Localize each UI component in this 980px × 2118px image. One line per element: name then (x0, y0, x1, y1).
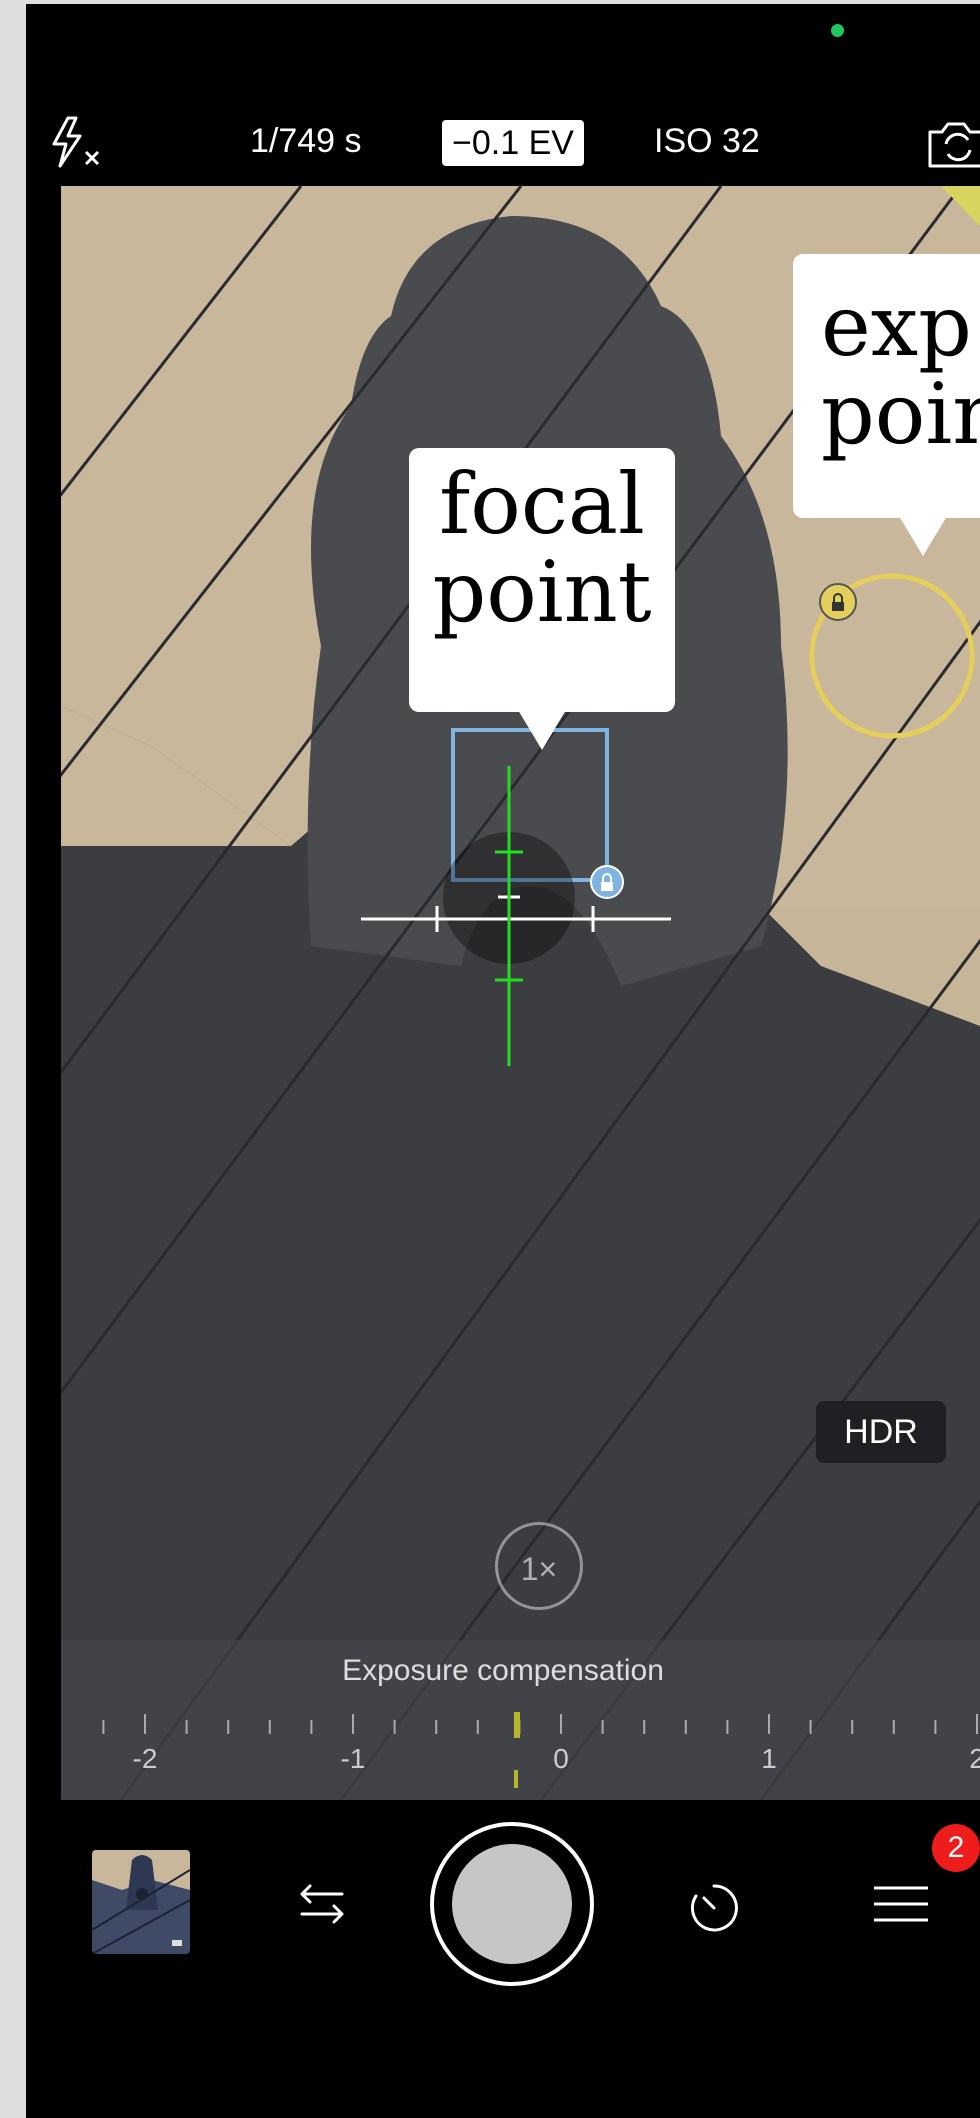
exposure-point-callout: exp point (793, 254, 980, 556)
swap-arrows-icon[interactable] (294, 1882, 350, 1930)
flash-off-icon[interactable] (46, 114, 106, 174)
scale-label-minus1: -1 (341, 1743, 366, 1774)
zoom-button[interactable]: 1× (495, 1522, 583, 1610)
camera-flip-icon[interactable] (926, 118, 980, 174)
timer-icon[interactable] (686, 1880, 742, 1940)
scale-label-0: 0 (553, 1743, 569, 1774)
scale-label-2: 2 (969, 1743, 980, 1774)
menu-icon[interactable] (872, 1884, 930, 1928)
shutter-button[interactable] (430, 1822, 594, 1986)
exposure-scale: -2 -1 0 1 2 (102, 1712, 980, 1788)
notification-badge: 2 (932, 1824, 980, 1872)
exposure-callout-line1: exp (821, 277, 972, 375)
exposure-current-marker (514, 1712, 520, 1738)
camera-viewfinder[interactable]: focal point exp point HDR 1× Exposure co… (61, 186, 980, 1800)
focal-callout-line2: point (432, 543, 652, 642)
camera-app-screen: 1/749 s −0.1 EV ISO 32 focal point exp p… (26, 4, 980, 2118)
focal-callout-line1: focal (439, 455, 645, 553)
scale-label-1: 1 (761, 1743, 777, 1774)
shutter-button-inner[interactable] (452, 1844, 572, 1964)
focal-point-callout: focal point (409, 448, 675, 750)
last-photo-thumbnail[interactable] (92, 1850, 190, 1954)
hdr-toggle[interactable]: HDR (816, 1401, 946, 1463)
exposure-compensation-slider[interactable]: Exposure compensation -2 -1 0 1 2 (61, 1640, 980, 1800)
shutter-speed[interactable]: 1/749 s (250, 122, 362, 161)
exposure-callout-line2: point (821, 365, 980, 464)
exposure-value-badge[interactable]: −0.1 EV (442, 120, 584, 166)
iso-value[interactable]: ISO 32 (654, 122, 760, 161)
camera-active-indicator (831, 24, 844, 37)
scale-label-minus2: -2 (133, 1743, 158, 1774)
